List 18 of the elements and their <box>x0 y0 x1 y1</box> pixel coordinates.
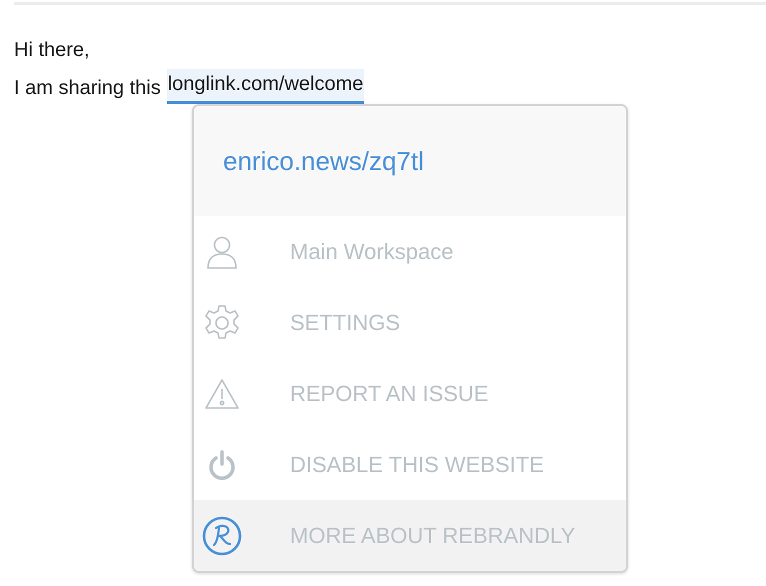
short-link[interactable]: enrico.news/zq7tl <box>223 142 424 180</box>
person-icon <box>205 234 239 268</box>
menu-item-label: DISABLE THIS WEBSITE <box>290 451 544 479</box>
menu-item[interactable]: DISABLE THIS WEBSITE <box>194 429 626 500</box>
logo-icon <box>202 516 242 556</box>
link[interactable]: longlink.com/welcome <box>166 69 364 104</box>
menu-item-label: Main Workspace <box>290 238 454 266</box>
menu-item-label: MORE ABOUT REBRANDLY <box>290 522 576 550</box>
power-icon <box>208 450 236 480</box>
message-text: I am sharing this <box>14 76 161 101</box>
menu-item-label: SETTINGS <box>290 309 400 337</box>
menu-item[interactable]: SETTINGS <box>194 287 626 358</box>
menu-item[interactable]: MORE ABOUT REBRANDLY <box>194 500 626 571</box>
menu-item[interactable]: REPORT AN ISSUE <box>194 358 626 429</box>
message-text: Hi there, <box>14 38 90 63</box>
menu-item[interactable]: Main Workspace <box>194 216 626 287</box>
warning-icon <box>204 378 240 410</box>
menu-item-label: REPORT AN ISSUE <box>290 380 488 408</box>
